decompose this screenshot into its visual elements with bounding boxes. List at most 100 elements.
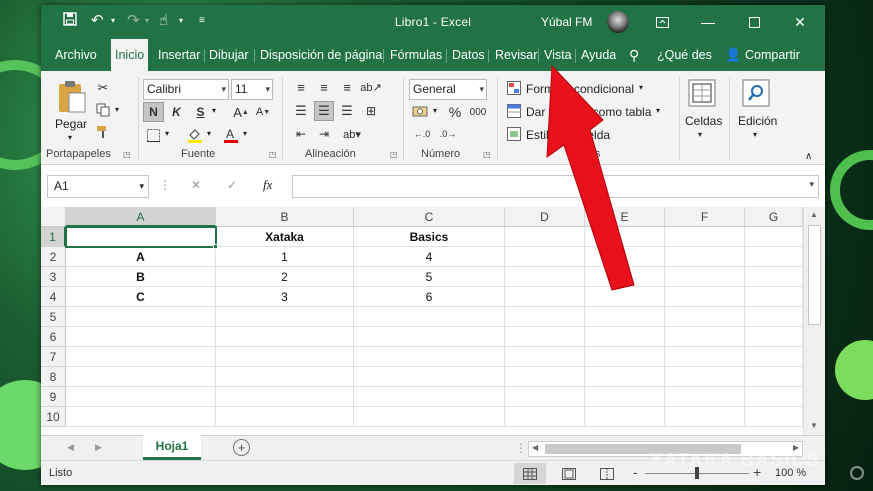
cell[interactable]: A <box>66 247 216 267</box>
table-format-icon[interactable] <box>505 102 523 120</box>
formula-input[interactable]: ▾ <box>292 175 819 198</box>
row-header[interactable]: 5 <box>41 307 66 327</box>
align-left-icon[interactable]: ☰ <box>291 101 311 121</box>
cell[interactable] <box>745 307 803 327</box>
align-right-icon[interactable]: ☰ <box>337 101 357 121</box>
fill-color-icon[interactable] <box>185 125 205 145</box>
cell[interactable]: B <box>66 267 216 287</box>
scroll-up-icon[interactable]: ▲ <box>810 210 818 219</box>
cell[interactable] <box>216 347 354 367</box>
decrease-decimal-icon[interactable]: .0→ <box>437 124 459 144</box>
cut-icon[interactable]: ✂ <box>94 79 112 97</box>
tab-disposicion[interactable]: Disposición de página <box>260 39 382 71</box>
sheet-tab[interactable]: Hoja1 <box>143 435 201 460</box>
wrap-text-icon[interactable]: ab▾ <box>337 124 367 144</box>
tell-me-input[interactable]: ¿Qué des <box>657 39 712 71</box>
cell[interactable] <box>216 387 354 407</box>
cell[interactable]: 4 <box>354 247 505 267</box>
editing-search-icon[interactable] <box>740 77 772 109</box>
percent-button[interactable]: % <box>445 102 465 122</box>
copy-icon[interactable] <box>94 101 112 119</box>
cell[interactable] <box>665 287 745 307</box>
cell[interactable] <box>354 327 505 347</box>
cell[interactable] <box>745 227 803 247</box>
currency-dropdown-icon[interactable]: ▾ <box>433 106 437 115</box>
vertical-scrollbar[interactable]: ▲ ▼ <box>803 207 825 435</box>
page-layout-view-icon[interactable] <box>553 463 585 484</box>
conditional-format-icon[interactable] <box>505 79 523 97</box>
cell[interactable] <box>665 387 745 407</box>
number-launcher-icon[interactable]: ◳ <box>483 150 491 159</box>
cell[interactable] <box>585 307 665 327</box>
cells-dropdown-icon[interactable]: ▾ <box>698 130 702 139</box>
cell[interactable] <box>585 327 665 347</box>
tab-inicio[interactable]: Inicio <box>111 39 149 71</box>
cell[interactable] <box>745 327 803 347</box>
orientation-icon[interactable]: ab↗ <box>360 77 382 97</box>
cancel-icon[interactable]: ✕ <box>191 178 201 192</box>
cell[interactable] <box>585 407 665 427</box>
font-launcher-icon[interactable]: ◳ <box>269 150 277 159</box>
table-format-dropdown-icon[interactable]: ▾ <box>656 106 660 115</box>
scroll-left-icon[interactable]: ◀ <box>532 443 538 452</box>
column-header[interactable]: F <box>665 207 745 227</box>
confirm-icon[interactable]: ✓ <box>227 178 237 192</box>
cell[interactable] <box>665 347 745 367</box>
cell[interactable] <box>66 387 216 407</box>
editing-dropdown-icon[interactable]: ▾ <box>753 130 757 139</box>
grow-font-icon[interactable]: A ▲ <box>231 102 251 122</box>
cell[interactable] <box>505 327 585 347</box>
tab-insertar[interactable]: Insertar <box>158 39 200 71</box>
font-color-dropdown-icon[interactable]: ▾ <box>243 129 247 138</box>
borders-icon[interactable] <box>143 125 163 145</box>
cell[interactable] <box>585 287 665 307</box>
editing-button[interactable]: Edición <box>738 114 777 128</box>
next-sheet-icon[interactable]: ▶ <box>95 442 102 453</box>
cell[interactable] <box>745 247 803 267</box>
cell[interactable] <box>505 347 585 367</box>
underline-dropdown-icon[interactable]: ▾ <box>212 106 216 115</box>
column-header[interactable]: E <box>585 207 665 227</box>
paste-dropdown-icon[interactable]: ▾ <box>68 133 72 142</box>
column-header[interactable]: G <box>745 207 803 227</box>
page-break-view-icon[interactable] <box>591 463 623 484</box>
column-header[interactable]: B <box>216 207 354 227</box>
lightbulb-icon[interactable]: ⚲ <box>629 39 639 71</box>
cells-icon[interactable] <box>686 77 718 109</box>
tab-vista[interactable]: Vista <box>544 39 572 71</box>
cell[interactable] <box>216 307 354 327</box>
cell[interactable]: Basics <box>354 227 505 247</box>
font-name-select[interactable]: Calibri ▾ <box>143 79 229 100</box>
cell[interactable] <box>505 247 585 267</box>
cell[interactable] <box>665 367 745 387</box>
name-box[interactable]: A1 ▾ <box>47 175 149 198</box>
user-name[interactable]: Yúbal FM <box>541 15 592 29</box>
number-format-select[interactable]: General ▾ <box>409 79 487 100</box>
close-icon[interactable]: ✕ <box>777 5 823 39</box>
tab-dibujar[interactable]: Dibujar <box>209 39 249 71</box>
italic-button[interactable]: K <box>166 102 187 122</box>
cell[interactable]: 5 <box>354 267 505 287</box>
align-center-icon[interactable]: ☰ <box>314 101 334 121</box>
cell[interactable] <box>585 227 665 247</box>
cell[interactable] <box>66 327 216 347</box>
select-all-corner[interactable] <box>41 207 66 227</box>
column-header[interactable]: A <box>66 207 216 227</box>
ribbon-display-icon[interactable] <box>639 5 685 39</box>
increase-indent-icon[interactable]: ⇥ <box>314 124 334 144</box>
row-header[interactable]: 9 <box>41 387 66 407</box>
vertical-scroll-thumb[interactable] <box>808 225 821 325</box>
cell[interactable] <box>745 347 803 367</box>
align-middle-icon[interactable]: ≡ <box>314 77 334 97</box>
fill-color-dropdown-icon[interactable]: ▾ <box>207 129 211 138</box>
row-header[interactable]: 6 <box>41 327 66 347</box>
cell[interactable]: 1 <box>216 247 354 267</box>
tab-datos[interactable]: Datos <box>452 39 485 71</box>
prev-sheet-icon[interactable]: ◀ <box>67 442 74 453</box>
paste-button[interactable]: Pegar <box>55 117 87 131</box>
cell[interactable] <box>354 307 505 327</box>
align-bottom-icon[interactable]: ≡ <box>337 77 357 97</box>
cell[interactable] <box>505 387 585 407</box>
align-top-icon[interactable]: ≡ <box>291 77 311 97</box>
format-painter-icon[interactable] <box>94 123 112 141</box>
